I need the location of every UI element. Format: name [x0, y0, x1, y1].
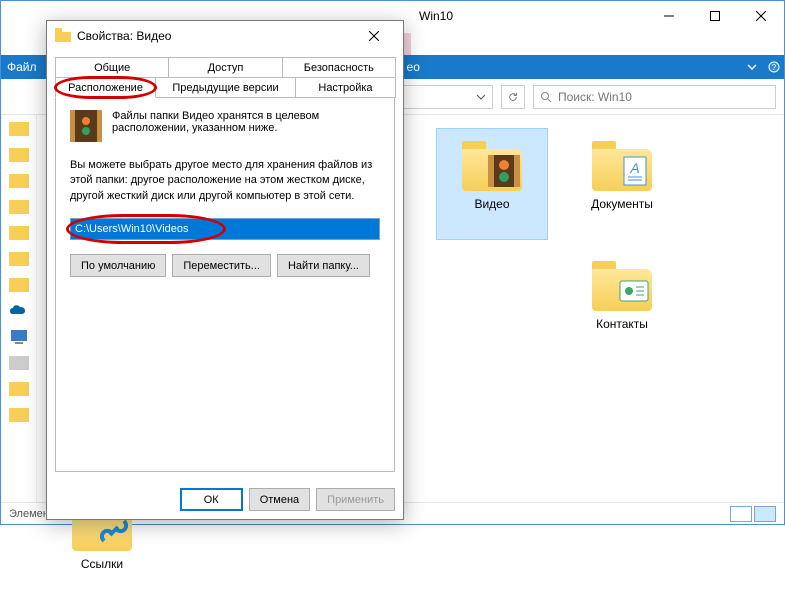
- refresh-button[interactable]: [501, 85, 525, 109]
- view-icons-button[interactable]: [754, 506, 776, 522]
- document-icon: A: [614, 151, 654, 191]
- svg-text:?: ?: [772, 63, 777, 72]
- video-folder-icon: [70, 110, 102, 142]
- tab-label: Расположение: [68, 82, 143, 94]
- tree-item-onedrive-icon[interactable]: [9, 301, 29, 321]
- dialog-title: Свойства: Видео: [77, 29, 171, 43]
- tab-sharing[interactable]: Доступ: [168, 57, 282, 78]
- folder-icon: [55, 28, 71, 44]
- move-button[interactable]: Переместить...: [172, 254, 271, 277]
- item-label: Видео: [474, 197, 509, 211]
- help-icon[interactable]: ?: [768, 61, 780, 73]
- maximize-button[interactable]: [692, 1, 738, 31]
- window-buttons: [646, 1, 784, 31]
- svg-text:A: A: [629, 160, 639, 176]
- nav-tree: [1, 115, 37, 502]
- ok-button[interactable]: ОК: [180, 488, 243, 511]
- tab-security[interactable]: Безопасность: [282, 57, 396, 78]
- item-label: Ссылки: [81, 557, 123, 571]
- window-title: Win10: [419, 9, 453, 23]
- dialog-buttons: ОК Отмена Применить: [47, 480, 403, 519]
- item-label: Контакты: [596, 317, 648, 331]
- tab-location[interactable]: Расположение: [55, 77, 156, 98]
- dialog-titlebar: Свойства: Видео: [47, 21, 403, 51]
- view-buttons: [730, 506, 776, 522]
- tree-item-icon[interactable]: [9, 223, 29, 243]
- tab-panel-location: Файлы папки Видео хранятся в целевом рас…: [55, 97, 395, 472]
- refresh-icon: [508, 91, 518, 103]
- view-details-button[interactable]: [730, 506, 752, 522]
- item-label: Документы: [591, 197, 653, 211]
- tab-general[interactable]: Общие: [55, 57, 169, 78]
- file-menu[interactable]: Файл: [7, 60, 37, 74]
- search-placeholder: Поиск: Win10: [558, 90, 632, 104]
- tree-item-icon[interactable]: [9, 197, 29, 217]
- tree-item-icon[interactable]: [9, 119, 29, 139]
- apply-button[interactable]: Применить: [316, 488, 395, 511]
- path-input[interactable]: [70, 218, 380, 240]
- tree-item-icon[interactable]: [9, 249, 29, 269]
- restore-default-button[interactable]: По умолчанию: [70, 254, 166, 277]
- tab-customize[interactable]: Настройка: [295, 77, 396, 98]
- minimize-button[interactable]: [646, 1, 692, 31]
- properties-dialog: Свойства: Видео Общие Доступ Безопасност…: [46, 20, 404, 520]
- cancel-button[interactable]: Отмена: [249, 488, 310, 511]
- search-input[interactable]: Поиск: Win10: [533, 85, 776, 109]
- folder-item-contacts[interactable]: Контакты: [567, 249, 677, 359]
- ribbon-expand-icon[interactable]: [746, 61, 758, 73]
- ribbon-tab-partial[interactable]: ео: [407, 60, 420, 74]
- folder-item-video[interactable]: Видео: [437, 129, 547, 239]
- description-text: Вы можете выбрать другое место для хране…: [70, 158, 380, 204]
- find-target-button[interactable]: Найти папку...: [277, 254, 370, 277]
- info-text: Файлы папки Видео хранятся в целевом рас…: [112, 110, 319, 134]
- tree-item-icon[interactable]: [9, 171, 29, 191]
- search-icon: [540, 91, 552, 103]
- tree-item-icon[interactable]: [9, 379, 29, 399]
- tab-previous-versions[interactable]: Предыдущие версии: [155, 77, 296, 98]
- dialog-close-button[interactable]: [369, 31, 395, 41]
- tree-item-icon[interactable]: [9, 353, 29, 373]
- video-icon: [484, 151, 524, 191]
- tree-item-icon[interactable]: [9, 275, 29, 295]
- tree-item-thispc-icon[interactable]: [9, 327, 29, 347]
- tabs: Общие Доступ Безопасность Расположение П…: [47, 51, 403, 97]
- folder-item-documents[interactable]: A Документы: [567, 129, 677, 239]
- tree-item-icon[interactable]: [9, 145, 29, 165]
- close-button[interactable]: [738, 1, 784, 31]
- chevron-down-icon: [476, 92, 486, 102]
- tree-item-icon[interactable]: [9, 405, 29, 425]
- contact-icon: [614, 271, 654, 311]
